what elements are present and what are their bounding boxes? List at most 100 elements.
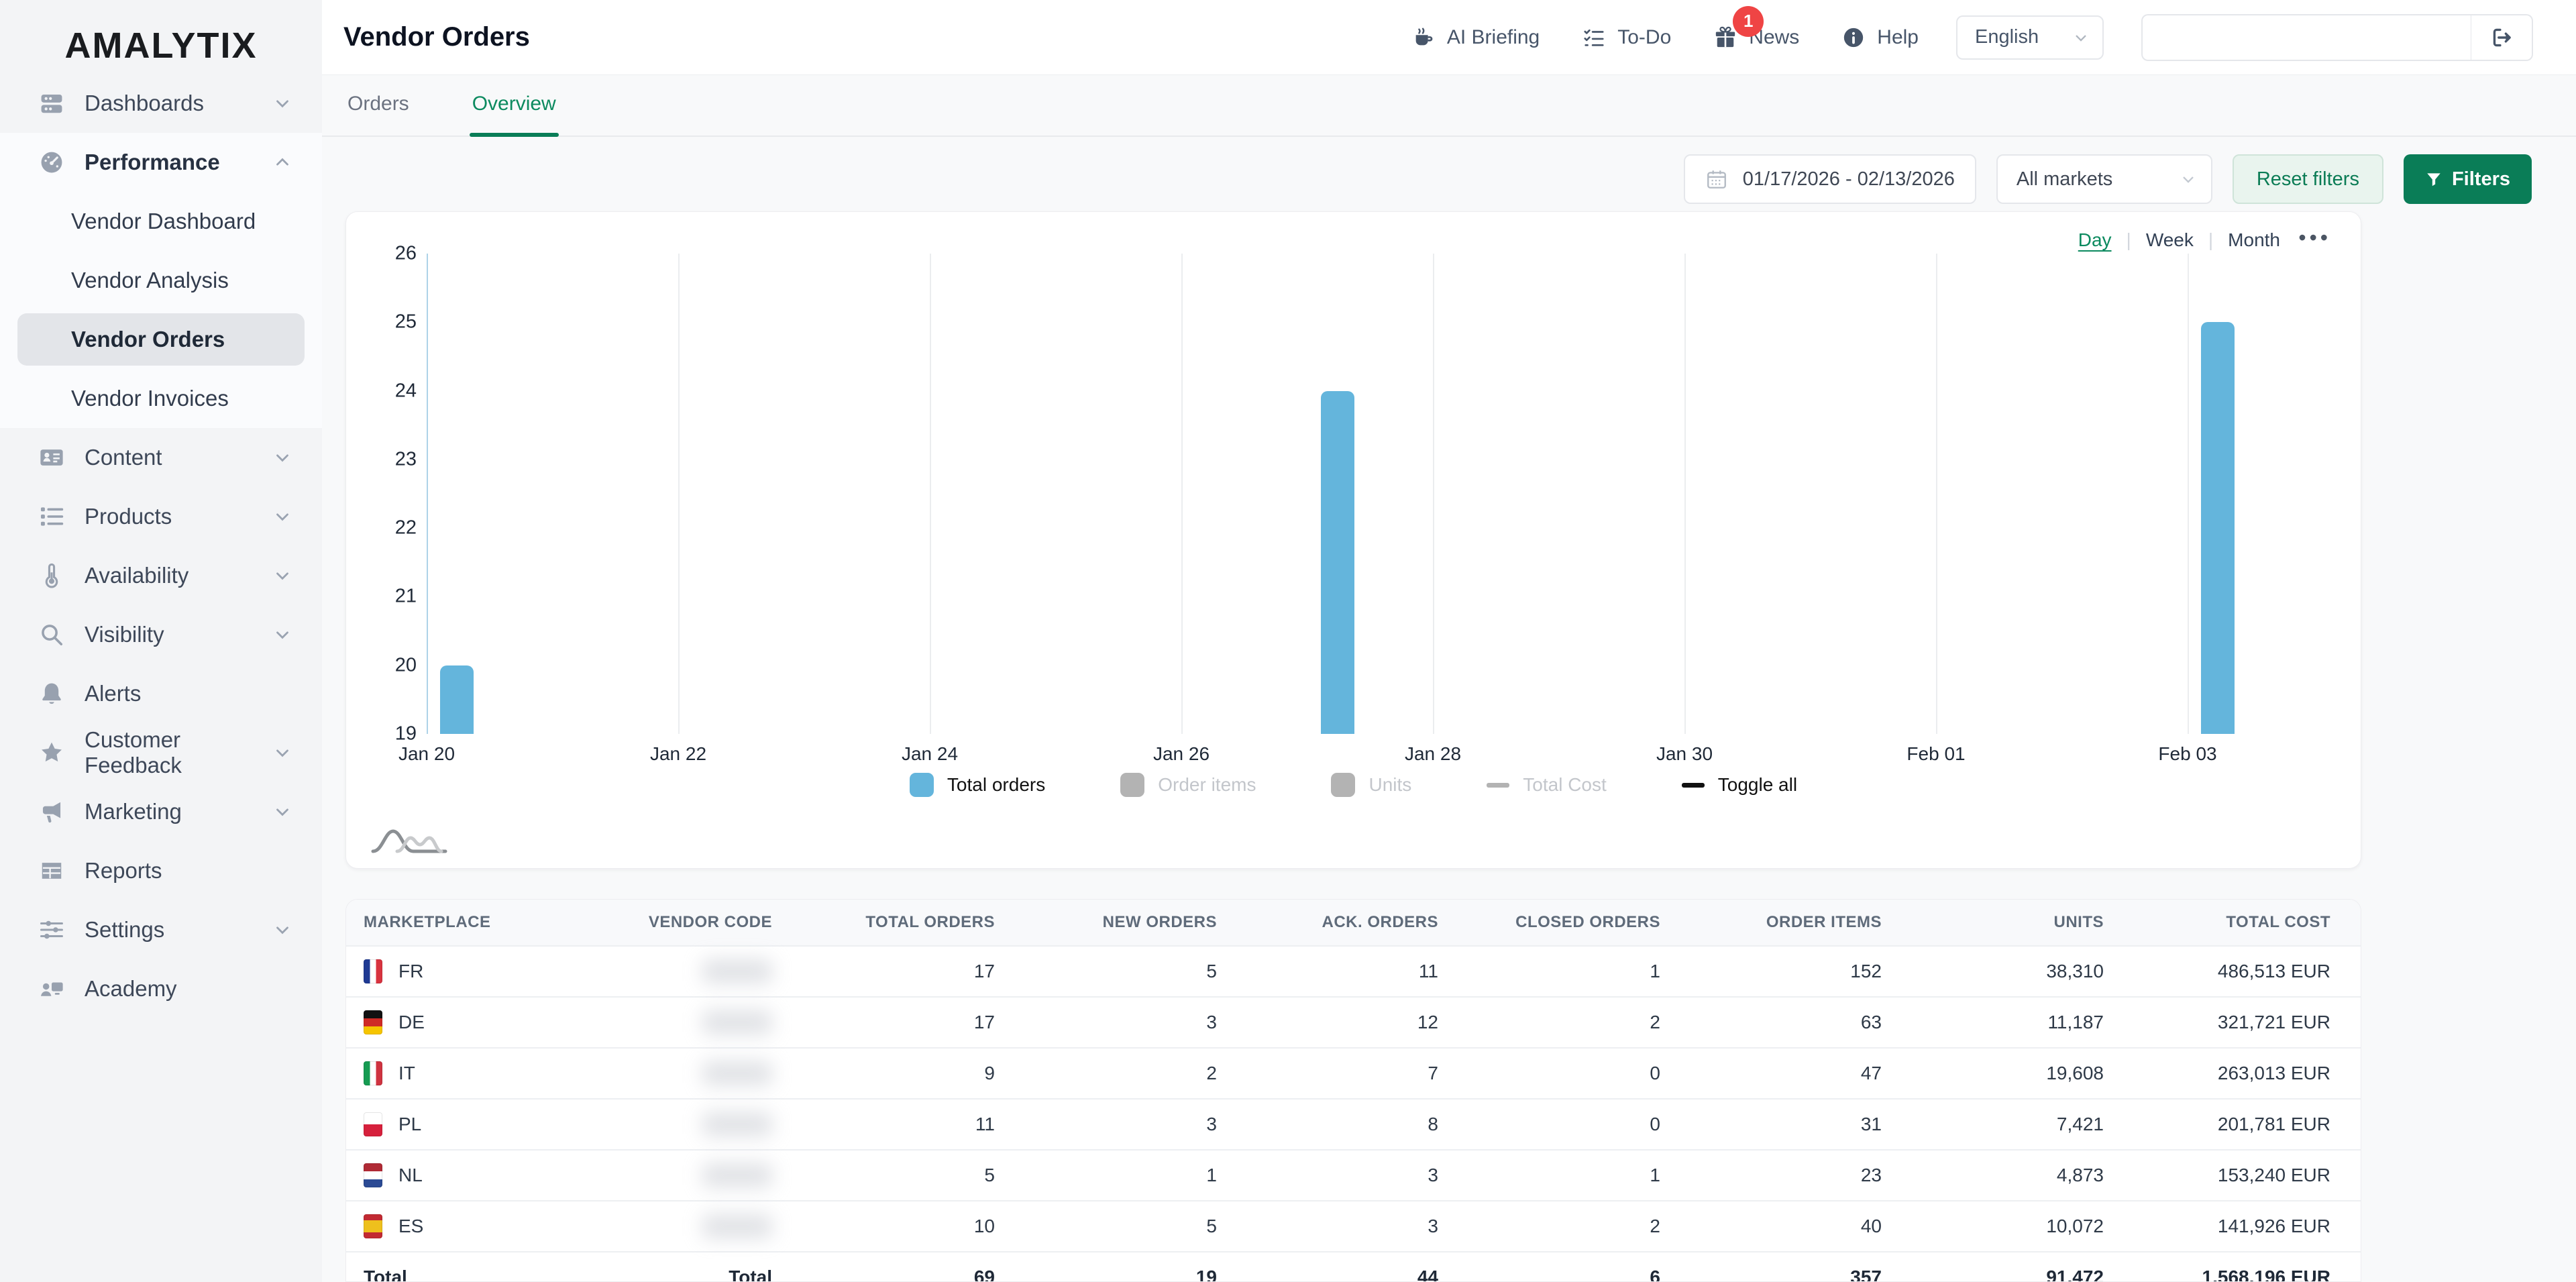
marketplace-cell: IT bbox=[346, 1048, 574, 1099]
order-items-cell: 63 bbox=[1660, 997, 1882, 1048]
x-axis-tick-label: Feb 03 bbox=[2158, 743, 2216, 765]
sidebar-group-performance: PerformanceVendor DashboardVendor Analys… bbox=[0, 133, 322, 428]
tab-overview[interactable]: Overview bbox=[470, 93, 559, 136]
legend-swatch bbox=[1120, 773, 1144, 797]
units-cell: 38,310 bbox=[1882, 946, 2104, 997]
order-items-cell: 31 bbox=[1660, 1099, 1882, 1150]
marketplace-code: NL bbox=[398, 1165, 423, 1185]
ai-briefing-button[interactable]: AI Briefing bbox=[1412, 26, 1540, 49]
legend-item-order-items[interactable]: Order items bbox=[1120, 773, 1256, 797]
page-title: Vendor Orders bbox=[343, 22, 530, 52]
app-root: AMALYTIX DashboardsPerformanceVendor Das… bbox=[0, 0, 2576, 1282]
sidebar-item-marketing[interactable]: Marketing bbox=[0, 782, 322, 841]
market-select[interactable]: All markets bbox=[1996, 154, 2212, 204]
chevron-down-icon bbox=[2179, 170, 2198, 189]
sidebar-item-content[interactable]: Content bbox=[0, 428, 322, 487]
search-input[interactable] bbox=[2141, 14, 2471, 61]
distribution-curves-icon bbox=[370, 822, 451, 860]
bar-jan-27[interactable] bbox=[1321, 391, 1354, 734]
ack-orders-total-cell: 44 bbox=[1217, 1252, 1438, 1282]
action-label: AI Briefing bbox=[1447, 26, 1540, 49]
order-items-cell: 47 bbox=[1660, 1048, 1882, 1099]
sidebar-item-alerts[interactable]: Alerts bbox=[0, 664, 322, 723]
sidebar-item-label: Dashboards bbox=[85, 91, 204, 116]
marketplace-code: ES bbox=[398, 1216, 423, 1236]
sidebar-item-vendor-analysis[interactable]: Vendor Analysis bbox=[0, 251, 322, 310]
sidebar-item-availability[interactable]: Availability bbox=[0, 546, 322, 605]
column-header-total-orders: TOTAL ORDERS bbox=[772, 900, 995, 946]
y-axis-tick-label: 19 bbox=[360, 723, 417, 745]
marketplace-table: MARKETPLACEVENDOR CODETOTAL ORDERSNEW OR… bbox=[346, 900, 2361, 1282]
column-header-total-cost: TOTAL COST bbox=[2104, 900, 2361, 946]
marketplace-total-cell: Total bbox=[346, 1252, 574, 1282]
y-axis-tick-label: 26 bbox=[360, 243, 417, 265]
language-select-value: English bbox=[1975, 26, 2039, 48]
sidebar-item-academy[interactable]: Academy bbox=[0, 959, 322, 1018]
sidebar-item-performance[interactable]: Performance bbox=[0, 133, 322, 192]
sidebar-item-customer-feedback[interactable]: Customer Feedback bbox=[0, 723, 322, 782]
filters-button[interactable]: Filters bbox=[2404, 154, 2532, 204]
logout-button[interactable] bbox=[2471, 14, 2533, 61]
sidebar-item-settings[interactable]: Settings bbox=[0, 900, 322, 959]
topbar-actions: AI Briefing To-Do 1News Help bbox=[1412, 26, 1919, 49]
vendor-code-cell bbox=[574, 946, 772, 997]
content-icon bbox=[39, 445, 64, 470]
coffee-icon bbox=[1412, 26, 1435, 49]
products-icon bbox=[39, 504, 64, 529]
date-range-picker[interactable]: 01/17/2026 - 02/13/2026 bbox=[1684, 154, 1976, 204]
redacted-vendor-code bbox=[702, 1163, 772, 1187]
legend-item-toggle-all[interactable]: Toggle all bbox=[1682, 774, 1797, 796]
closed-orders-cell: 1 bbox=[1438, 1150, 1660, 1201]
order-items-cell: 152 bbox=[1660, 946, 1882, 997]
sidebar-item-label: Visibility bbox=[85, 622, 164, 647]
calendar-icon bbox=[1705, 168, 1728, 191]
legend-item-total-orders[interactable]: Total orders bbox=[910, 773, 1045, 797]
to-do-button[interactable]: To-Do bbox=[1582, 26, 1671, 49]
sidebar-item-vendor-orders[interactable]: Vendor Orders bbox=[0, 310, 322, 369]
closed-orders-cell: 2 bbox=[1438, 1201, 1660, 1252]
x-axis-tick-label: Feb 01 bbox=[1907, 743, 1965, 765]
reset-filters-button[interactable]: Reset filters bbox=[2233, 154, 2383, 204]
x-axis-tick-label: Jan 22 bbox=[650, 743, 706, 765]
legend-label: Total Cost bbox=[1523, 774, 1607, 796]
redacted-vendor-code bbox=[702, 1214, 772, 1238]
chart-legend: Total orders Order items Units Total Cost To… bbox=[346, 773, 2361, 797]
order-items-total-cell: 357 bbox=[1660, 1252, 1882, 1282]
legend-item-units[interactable]: Units bbox=[1331, 773, 1411, 797]
sidebar-item-products[interactable]: Products bbox=[0, 487, 322, 546]
total-orders-cell: 10 bbox=[772, 1201, 995, 1252]
ack-orders-cell: 11 bbox=[1217, 946, 1438, 997]
chevron-down-icon bbox=[272, 802, 292, 822]
help-button[interactable]: Help bbox=[1842, 26, 1919, 49]
sidebar-item-vendor-dashboard[interactable]: Vendor Dashboard bbox=[0, 192, 322, 251]
total-orders-cell: 17 bbox=[772, 946, 995, 997]
market-select-value: All markets bbox=[2017, 168, 2112, 191]
funnel-icon bbox=[2425, 170, 2443, 188]
table-row-nl: NL5131234,873153,240 EUR bbox=[346, 1150, 2361, 1201]
sidebar-item-dashboards[interactable]: Dashboards bbox=[0, 74, 322, 133]
chevron-down-icon bbox=[2072, 28, 2090, 47]
bar-jan-20[interactable] bbox=[440, 665, 474, 734]
action-label: Help bbox=[1877, 26, 1919, 49]
units-cell: 10,072 bbox=[1882, 1201, 2104, 1252]
sidebar-item-reports[interactable]: Reports bbox=[0, 841, 322, 900]
info-icon bbox=[1842, 26, 1865, 49]
sidebar-item-vendor-invoices[interactable]: Vendor Invoices bbox=[0, 369, 322, 428]
academy-icon bbox=[39, 976, 64, 1002]
language-select[interactable]: English bbox=[1956, 15, 2104, 60]
total-orders-cell: 5 bbox=[772, 1150, 995, 1201]
legend-item-total-cost[interactable]: Total Cost bbox=[1487, 774, 1607, 796]
ack-orders-cell: 3 bbox=[1217, 1150, 1438, 1201]
units-cell: 19,608 bbox=[1882, 1048, 2104, 1099]
y-axis-line bbox=[427, 254, 428, 734]
tab-orders[interactable]: Orders bbox=[345, 93, 412, 136]
sidebar-nav: DashboardsPerformanceVendor DashboardVen… bbox=[0, 74, 322, 1018]
y-axis-tick-label: 24 bbox=[360, 380, 417, 402]
news-button[interactable]: 1News bbox=[1714, 26, 1799, 49]
gridline bbox=[678, 254, 680, 734]
bar-feb-03[interactable] bbox=[2201, 322, 2235, 734]
closed-orders-total-cell: 6 bbox=[1438, 1252, 1660, 1282]
sidebar-item-visibility[interactable]: Visibility bbox=[0, 605, 322, 664]
units-cell: 4,873 bbox=[1882, 1150, 2104, 1201]
alerts-icon bbox=[39, 681, 64, 706]
